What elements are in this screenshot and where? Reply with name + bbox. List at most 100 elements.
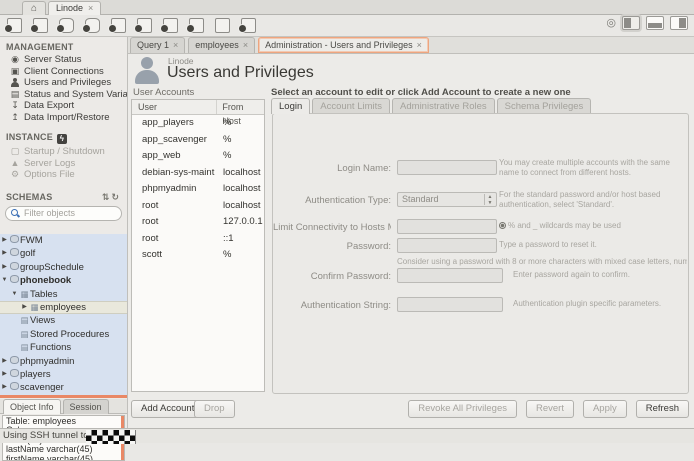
tab-session[interactable]: Session xyxy=(63,399,109,414)
tab-employees[interactable]: employees× xyxy=(188,37,255,53)
chevron-right-icon[interactable]: ▶ xyxy=(0,261,9,274)
close-icon[interactable]: × xyxy=(243,40,248,50)
chevron-right-icon[interactable]: ▶ xyxy=(0,355,9,368)
tab-login[interactable]: Login xyxy=(271,98,310,114)
tree-node-views[interactable]: ▤Views xyxy=(0,314,127,327)
schema-filter-input[interactable]: Filter objects xyxy=(5,206,122,221)
auth-string-input[interactable] xyxy=(397,297,503,312)
schema-node-groupschedule[interactable]: ▶groupSchedule xyxy=(0,261,127,274)
new-table-icon[interactable] xyxy=(82,18,99,33)
sidebar-item-server-status[interactable]: ◉Server Status xyxy=(0,54,127,66)
new-procedure-icon[interactable] xyxy=(160,18,177,33)
tab-administrative-roles[interactable]: Administrative Roles xyxy=(392,98,495,114)
apply-button[interactable]: Apply xyxy=(583,400,627,418)
limit-hosts-label: Limit Connectivity to Hosts Matcl xyxy=(273,222,391,233)
sidebar-item-startup-shutdown[interactable]: ▢Startup / Shutdown xyxy=(0,146,127,158)
login-name-label: Login Name: xyxy=(273,163,391,174)
schema-icon xyxy=(10,235,19,243)
tab-schema-privileges[interactable]: Schema Privileges xyxy=(497,98,592,114)
table-row[interactable]: app_scavenger% xyxy=(132,132,264,149)
new-schema-icon[interactable] xyxy=(56,18,73,33)
table-row[interactable]: debian-sys-maintlocalhost xyxy=(132,165,264,182)
auth-type-dropdown[interactable]: Standard▲▼ xyxy=(397,192,497,207)
close-icon[interactable]: × xyxy=(88,3,93,13)
refresh-button[interactable]: Refresh xyxy=(636,400,689,418)
drop-button[interactable]: Drop xyxy=(194,400,235,418)
schema-node-phpmyadmin[interactable]: ▶ phpmyadmin xyxy=(0,355,127,368)
import-arrow-icon: ↥ xyxy=(10,112,20,124)
column-header-from-host[interactable]: From Host xyxy=(217,100,264,114)
sidebar-item-options-file[interactable]: ⚙Options File xyxy=(0,169,127,181)
schema-node-players[interactable]: ▶players xyxy=(0,368,127,381)
sidebar-item-data-export[interactable]: ↧Data Export xyxy=(0,100,127,112)
tab-query-1[interactable]: Query 1× xyxy=(130,37,185,53)
table-row[interactable]: root127.0.0.1 xyxy=(132,214,264,231)
refresh-schemas-icon[interactable]: ↻ xyxy=(111,192,121,202)
new-function-icon[interactable] xyxy=(186,18,203,33)
schema-node-scavenger[interactable]: ▶scavenger xyxy=(0,381,127,394)
cell-host: localhost xyxy=(218,165,261,182)
table-row[interactable]: phpmyadminlocalhost xyxy=(132,181,264,198)
chevron-right-icon[interactable]: ▶ xyxy=(0,247,9,260)
revoke-all-privileges-button[interactable]: Revoke All Privileges xyxy=(408,400,517,418)
toggle-right-sidebar-icon[interactable] xyxy=(670,16,688,30)
chevron-right-icon[interactable]: ▶ xyxy=(20,301,29,314)
close-icon[interactable]: × xyxy=(417,40,422,50)
close-icon[interactable]: × xyxy=(173,40,178,50)
chevron-down-icon[interactable]: ▼ xyxy=(0,274,9,287)
table-row[interactable]: app_players% xyxy=(132,115,264,132)
new-query-tab-icon[interactable] xyxy=(4,18,21,33)
tree-node-employees[interactable]: ▶▦employees xyxy=(0,301,127,314)
tree-label: phpmyadmin xyxy=(20,355,74,368)
toggle-output-area-icon[interactable] xyxy=(646,16,664,30)
table-row[interactable]: root::1 xyxy=(132,231,264,248)
sidebar-splitter[interactable] xyxy=(0,395,127,398)
detail-instruction: Select an account to edit or click Add A… xyxy=(271,87,571,98)
sidebar-item-client-connections[interactable]: ▣Client Connections xyxy=(0,66,127,78)
tree-label: Views xyxy=(30,314,55,327)
limit-hosts-input[interactable] xyxy=(397,219,497,234)
sidebar-item-status-system-variables[interactable]: ▤Status and System Variables xyxy=(0,89,127,101)
sidebar-item-users-and-privileges[interactable]: Users and Privileges xyxy=(0,77,127,89)
tab-account-limits[interactable]: Account Limits xyxy=(312,98,390,114)
search-table-data-icon[interactable] xyxy=(212,18,229,33)
tree-label: FWM xyxy=(20,234,43,247)
schema-node-phonebook[interactable]: ▼phonebook xyxy=(0,274,127,287)
chevron-right-icon[interactable]: ▶ xyxy=(0,368,9,381)
toggle-left-sidebar-icon[interactable] xyxy=(622,16,640,30)
tree-node-functions[interactable]: ▤Functions xyxy=(0,341,127,354)
cell-user: phpmyadmin xyxy=(132,181,218,198)
table-row[interactable]: scott% xyxy=(132,247,264,264)
tree-node-stored-procedures[interactable]: ▤Stored Procedures xyxy=(0,328,127,341)
confirm-password-input[interactable] xyxy=(397,268,503,283)
tree-node-tables[interactable]: ▼▦Tables xyxy=(0,288,127,301)
password-input[interactable] xyxy=(397,238,497,253)
reconnect-dbms-icon[interactable] xyxy=(238,18,255,33)
sidebar-item-label: Status and System Variables xyxy=(24,89,127,101)
new-trigger-icon[interactable] xyxy=(134,18,151,33)
column-header-user[interactable]: User xyxy=(132,100,217,114)
chevron-right-icon[interactable]: ▶ xyxy=(0,381,9,394)
schema-node-golf[interactable]: ▶golf xyxy=(0,247,127,260)
tab-object-info[interactable]: Object Info xyxy=(3,399,61,414)
revert-button[interactable]: Revert xyxy=(526,400,574,418)
table-row[interactable]: rootlocalhost xyxy=(132,198,264,215)
spinner-icon[interactable]: ▲▼ xyxy=(484,194,495,205)
editor-tab-label: Administration - Users and Privileges xyxy=(265,40,413,50)
schema-node-fwm[interactable]: ▶ FWM xyxy=(0,234,127,247)
home-tab[interactable]: ⌂ xyxy=(22,1,46,15)
toolbar-target-icon[interactable]: ◎ xyxy=(606,16,616,30)
login-name-input[interactable] xyxy=(397,160,497,175)
open-sql-script-icon[interactable] xyxy=(30,18,47,33)
sidebar-item-data-import[interactable]: ↥ Data Import/Restore xyxy=(0,112,127,124)
chevron-right-icon[interactable]: ▶ xyxy=(0,234,9,247)
sidebar-item-server-logs[interactable]: ▲Server Logs xyxy=(0,158,127,170)
connection-tab-linode[interactable]: Linode × xyxy=(48,1,101,15)
chevron-down-icon[interactable]: ▼ xyxy=(10,288,19,301)
connection-tab-label: Linode xyxy=(56,3,83,13)
sidebar-item-label: Data Import/Restore xyxy=(24,112,110,124)
wildcard-bullet-icon xyxy=(499,222,506,229)
new-view-icon[interactable] xyxy=(108,18,125,33)
table-row[interactable]: app_web% xyxy=(132,148,264,165)
tab-administration-users-privileges[interactable]: Administration - Users and Privileges × xyxy=(258,37,429,53)
